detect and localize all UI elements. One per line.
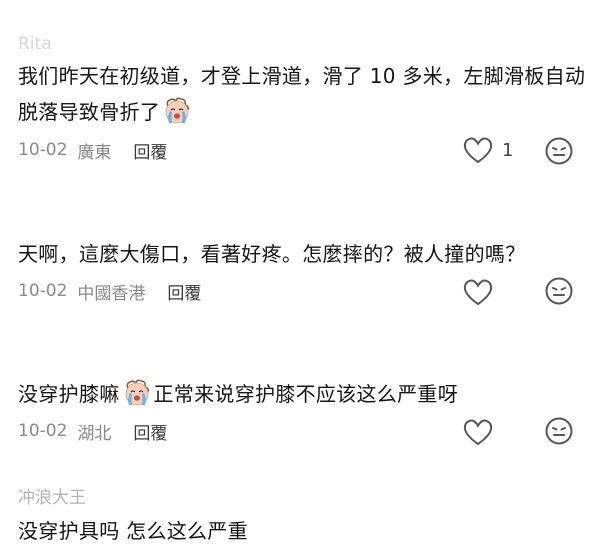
comment-text: 没穿护膝嘛 正常来说穿护膝不应该这么严重呀 [18,376,588,412]
comment-text-part: 没穿护膝嘛 [18,382,120,406]
comment-location: 中國香港 [77,283,146,304]
comment-meta: 10-02 廣東 回覆 [18,136,167,164]
comment-text: 天啊，這麼大傷口，看著好疼。怎麼摔的？被人撞的嗎？ [18,236,588,272]
emoji-face-icon[interactable] [544,136,574,166]
like-count: 1 [502,139,514,161]
like-button[interactable] [462,276,494,308]
comment-text-part: 我们昨天在初级道，才登上滑道，滑了 10 多米，左脚滑板自动脱落导致骨折了 [18,64,586,124]
comment-text: 我们昨天在初级道，才登上滑道，滑了 10 多米，左脚滑板自动脱落导致骨折了 [18,58,588,130]
comment-location: 湖北 [77,423,112,444]
comment-meta: 10-02 湖北 回覆 [18,417,167,445]
reply-button[interactable]: 回覆 [167,279,201,304]
crying-face-icon [122,378,152,408]
comment-text-part: 正常来说穿护膝不应该这么严重呀 [153,382,458,406]
reply-button[interactable]: 回覆 [133,138,167,163]
heart-outline-icon [462,277,494,307]
emoji-face-icon[interactable] [544,416,574,446]
comment-text-part: 没穿护具吗 怎么这么严重 [18,519,248,543]
crying-face-icon [162,96,192,126]
comment-username[interactable]: 冲浪大王 [18,487,86,509]
heart-outline-icon [462,135,494,165]
comment-meta: 10-02 中國香港 回覆 [18,277,201,305]
comment-location: 廣東 [77,142,112,163]
reply-button[interactable]: 回覆 [133,419,167,444]
emoji-face-icon[interactable] [544,276,574,306]
heart-outline-icon [462,417,494,447]
comment-text-part: 天啊，這麼大傷口，看著好疼。怎麼摔的？被人撞的嗎？ [18,242,526,266]
comment-date: 10-02 [18,140,68,160]
comment-text: 没穿护具吗 怎么这么严重 [18,513,588,549]
comment-date: 10-02 [18,281,68,301]
comment-username[interactable]: Rita [18,33,52,55]
comment-date: 10-02 [18,421,68,441]
like-button[interactable]: 1 [462,134,513,166]
like-button[interactable] [462,416,494,448]
